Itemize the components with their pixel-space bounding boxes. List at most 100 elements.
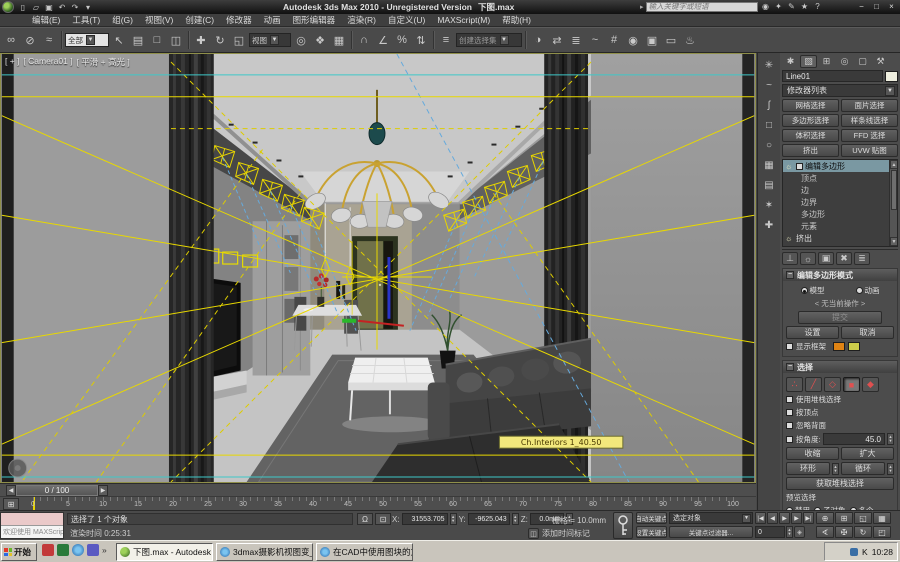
taskbar-task-browser-1[interactable]: 3dmax摄影机视图变_百... bbox=[216, 543, 313, 561]
modifier-list-dropdown[interactable]: 修改器列表 ▼ bbox=[782, 84, 898, 97]
show-cage-checkbox[interactable]: 显示框架 bbox=[786, 341, 894, 352]
maxscript-mini-listener[interactable]: 欢迎使用 MAXScript bbox=[0, 512, 64, 539]
auto-key-button[interactable]: 自动关键点 bbox=[636, 512, 667, 524]
infocenter-flyout-icon[interactable]: ▸ bbox=[640, 3, 644, 11]
go-to-end-icon[interactable]: ▶| bbox=[803, 512, 814, 524]
x-coordinate-field[interactable]: 31553.705 bbox=[402, 513, 448, 525]
previous-frame-icon[interactable]: ◀ bbox=[767, 512, 778, 524]
angle-value-field[interactable]: 45.0 bbox=[823, 433, 885, 445]
get-stack-selection-button[interactable]: 获取堆栈选择 bbox=[786, 477, 894, 490]
modifier-button[interactable]: 样条线选择 bbox=[841, 114, 898, 127]
ime-indicator[interactable]: K bbox=[862, 547, 868, 557]
stack-item[interactable]: 边界 bbox=[783, 196, 889, 208]
show-end-result-icon[interactable]: ☼ bbox=[800, 252, 816, 265]
render-production-icon[interactable]: ♨ bbox=[681, 31, 699, 50]
named-selection-sets-combo[interactable]: 创建选择集 ▼ bbox=[456, 33, 522, 47]
reference-coordinate-combo[interactable]: 视图 ▼ bbox=[249, 33, 291, 47]
table-icon[interactable]: ▤ bbox=[760, 176, 778, 194]
zoom-all-icon[interactable]: ⊞ bbox=[835, 512, 853, 524]
time-slider-next-icon[interactable]: ▶ bbox=[98, 485, 108, 496]
spinner-icon[interactable]: ▲▼ bbox=[887, 433, 894, 445]
favorites-icon[interactable]: ★ bbox=[799, 1, 811, 12]
y-coordinate-field[interactable]: -9625.043 bbox=[468, 513, 510, 525]
quick-launch-icon[interactable] bbox=[42, 544, 54, 556]
menu-item[interactable]: 渲染(R) bbox=[341, 14, 382, 26]
rectangular-selection-region-icon[interactable]: □ bbox=[148, 31, 166, 50]
current-frame-field[interactable]: 0 bbox=[755, 526, 785, 538]
menu-item[interactable]: 修改器 bbox=[220, 14, 258, 26]
field-of-view-icon[interactable]: ∢ bbox=[816, 526, 834, 538]
quick-launch-icon[interactable] bbox=[57, 544, 69, 556]
menu-item[interactable]: 工具(T) bbox=[66, 14, 106, 26]
chevron-down-icon[interactable]: ▼ bbox=[86, 35, 95, 45]
close-button[interactable]: × bbox=[885, 1, 898, 12]
rectangle-icon[interactable]: □ bbox=[760, 116, 778, 134]
stack-item[interactable]: ☼挤出 bbox=[783, 232, 889, 244]
select-and-manipulate-icon[interactable]: ❖ bbox=[311, 31, 329, 50]
radio-animate[interactable]: 动画 bbox=[856, 285, 880, 296]
layer-manager-icon[interactable]: ≣ bbox=[567, 31, 585, 50]
absolute-mode-icon[interactable]: ⊡ bbox=[375, 513, 391, 525]
collapse-icon[interactable]: − bbox=[786, 271, 794, 279]
steering-wheel-widget[interactable] bbox=[9, 459, 27, 477]
use-pivot-point-icon[interactable]: ◎ bbox=[292, 31, 310, 50]
schematic-view-icon[interactable]: # bbox=[605, 31, 623, 50]
chevron-down-icon[interactable]: ▼ bbox=[500, 35, 509, 45]
lightbulb-icon[interactable]: ☼ bbox=[785, 162, 794, 171]
time-slider-handle[interactable]: 0 / 100 bbox=[16, 485, 98, 496]
stack-item[interactable]: ☼编辑多边形 bbox=[783, 160, 889, 172]
curve-editor-icon[interactable]: ~ bbox=[586, 31, 604, 50]
spinner-snap-icon[interactable]: ⇅ bbox=[412, 31, 430, 50]
ring-button[interactable]: 环形 bbox=[786, 462, 830, 475]
render-setup-icon[interactable]: ▣ bbox=[643, 31, 661, 50]
play-animation-icon[interactable]: ▶ bbox=[779, 512, 790, 524]
selection-lock-icon[interactable]: Ω bbox=[357, 513, 373, 525]
collapse-icon[interactable]: − bbox=[786, 363, 794, 371]
clock[interactable]: 10:28 bbox=[872, 547, 893, 557]
radio-model[interactable]: 模型 bbox=[801, 285, 825, 296]
stack-item[interactable]: 顶点 bbox=[783, 172, 889, 184]
move-cross-icon[interactable]: ✚ bbox=[760, 216, 778, 234]
time-slider-prev-icon[interactable]: ◀ bbox=[6, 485, 16, 496]
modifier-button[interactable]: 多边形选择 bbox=[782, 114, 839, 127]
right-near-wall[interactable] bbox=[588, 54, 742, 482]
redo-icon[interactable]: ↷ bbox=[69, 2, 81, 13]
menu-item[interactable]: 自定义(U) bbox=[382, 14, 431, 26]
bind-to-space-warp-icon[interactable]: ≈ bbox=[40, 31, 58, 50]
quick-launch-overflow[interactable]: » bbox=[102, 545, 107, 555]
angle-snap-icon[interactable]: ∠ bbox=[374, 31, 392, 50]
asterisk-icon[interactable]: ✳ bbox=[760, 56, 778, 74]
cage-color-swatch[interactable] bbox=[833, 342, 845, 351]
menu-item[interactable]: MAXScript(M) bbox=[431, 15, 496, 25]
track-bar[interactable]: ⊞ 05101520253035404550556065707580859095… bbox=[0, 496, 756, 510]
pan-icon[interactable]: ✠ bbox=[835, 526, 853, 538]
minimize-button[interactable]: − bbox=[855, 1, 868, 12]
remove-modifier-icon[interactable]: ✖ bbox=[836, 252, 852, 265]
modifier-button[interactable]: FFD 选择 bbox=[841, 129, 898, 142]
infocenter-search-input[interactable] bbox=[646, 2, 758, 12]
communication-center-icon[interactable]: ✎ bbox=[786, 1, 798, 12]
open-file-icon[interactable]: ▱ bbox=[30, 2, 42, 13]
menu-item[interactable]: 帮助(H) bbox=[496, 14, 537, 26]
keyboard-shortcut-override-icon[interactable]: ▦ bbox=[330, 31, 348, 50]
create-tab-icon[interactable]: ✱ bbox=[782, 55, 799, 68]
rollout-header[interactable]: − 编辑多边形模式 bbox=[783, 269, 897, 281]
time-tag-icon[interactable]: ◫ bbox=[528, 528, 539, 539]
configure-modifier-sets-icon[interactable]: ≣ bbox=[854, 252, 870, 265]
select-and-rotate-icon[interactable]: ↻ bbox=[211, 31, 229, 50]
subscription-center-icon[interactable]: ✦ bbox=[773, 1, 785, 12]
modifier-button[interactable]: 体积选择 bbox=[782, 129, 839, 142]
search-icon[interactable]: ◉ bbox=[760, 1, 772, 12]
polygon-subobject-icon[interactable]: ■ bbox=[843, 377, 860, 392]
camera-viewport[interactable]: [ + ] [ Camera01 ] [ 平滑 + 高光 ] bbox=[0, 53, 756, 483]
viewport-menu-plus[interactable]: [ + ] bbox=[5, 56, 19, 68]
select-object-icon[interactable]: ↖ bbox=[110, 31, 128, 50]
element-subobject-icon[interactable]: ◆ bbox=[862, 377, 879, 392]
internet-explorer-icon[interactable] bbox=[72, 544, 84, 556]
quick-launch-icon[interactable] bbox=[87, 544, 99, 556]
object-color-swatch[interactable] bbox=[885, 71, 898, 82]
align-icon[interactable]: ⇄ bbox=[548, 31, 566, 50]
set-key-button[interactable]: 设置关键点 bbox=[636, 526, 667, 538]
use-stack-selection-checkbox[interactable]: 使用堆栈选择 bbox=[786, 394, 894, 405]
menu-item[interactable]: 组(G) bbox=[106, 14, 139, 26]
